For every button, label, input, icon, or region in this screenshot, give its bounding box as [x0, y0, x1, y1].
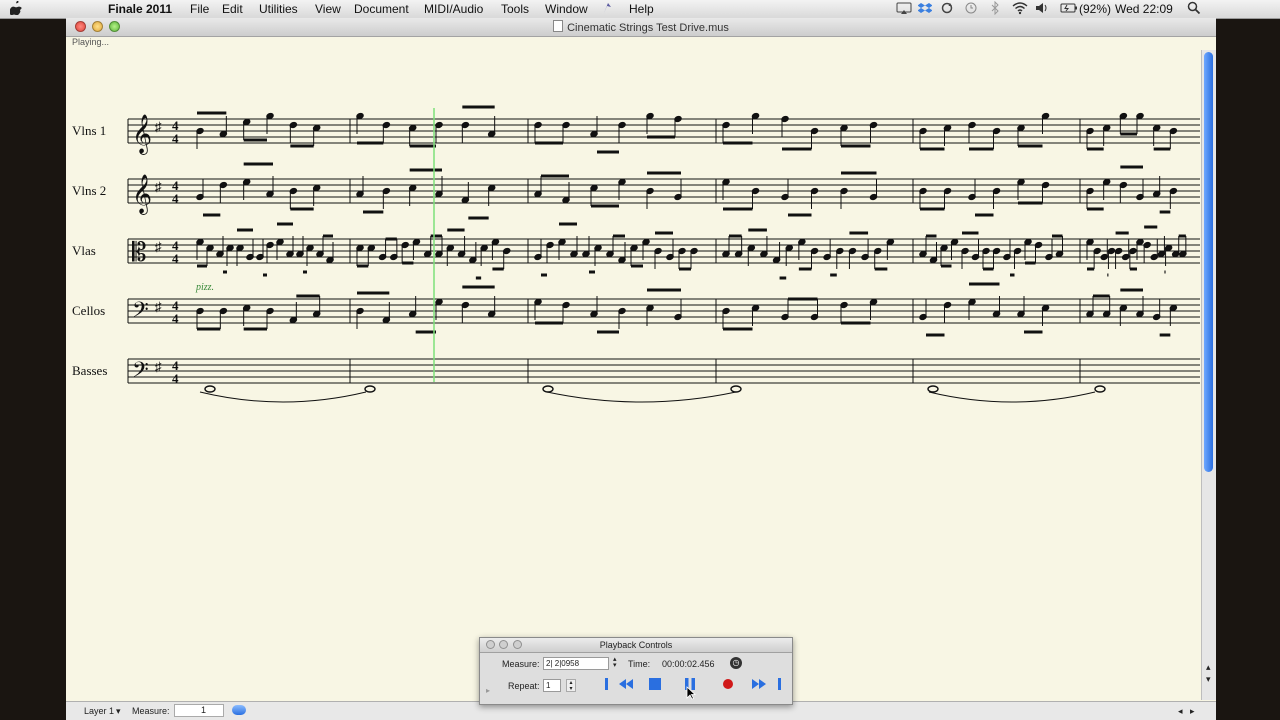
repeat-stepper-icon[interactable]: ▴ ▾: [566, 679, 576, 692]
go-to-start-button[interactable]: [602, 676, 612, 692]
scroll-left-icon[interactable]: ◂: [1178, 706, 1183, 717]
status-text: Playing...: [72, 37, 110, 47]
menu-utilities[interactable]: Utilities: [259, 1, 298, 17]
menu-window[interactable]: Window: [545, 1, 588, 17]
clef-icon: 𝄞: [132, 115, 152, 155]
tie: [928, 391, 1096, 403]
measure-label: Measure:: [132, 706, 170, 716]
time-machine-icon[interactable]: [964, 1, 978, 19]
measure-input[interactable]: 1: [174, 704, 224, 717]
repeat-field[interactable]: 1: [543, 679, 561, 692]
pizz-annotation: pizz.: [195, 282, 214, 293]
scroll-down-icon[interactable]: ▾: [1206, 674, 1211, 685]
clock-icon[interactable]: ◷: [730, 657, 742, 669]
window-title: Cinematic Strings Test Drive.mus: [66, 20, 1216, 34]
key-signature-sharp: ♯: [155, 359, 162, 374]
menu-tools[interactable]: Tools: [501, 1, 529, 17]
key-signature-sharp: ♯: [155, 179, 162, 194]
scroll-right-icon[interactable]: ▸: [1190, 706, 1195, 717]
staff[interactable]: [127, 178, 1204, 204]
go-to-measure-button[interactable]: [232, 705, 246, 715]
score-page[interactable]: Vlns 1 Vlns 2 Vlas Cellos Basses 𝄞 ♯ 4 4 𝄞 ♯ 4 4 𝄡 ♯ 4…: [66, 50, 1204, 700]
repeat-label: Repeat:: [508, 681, 540, 691]
playback-controls-palette: Playback Controls Measure: 2| 2|0958 ▴ ▾ …: [479, 637, 793, 705]
fast-forward-button[interactable]: [750, 676, 768, 692]
playback-measure-label: Measure:: [502, 659, 540, 669]
vertical-scroll-thumb[interactable]: [1204, 52, 1213, 472]
document-window: Cinematic Strings Test Drive.mus Playing…: [66, 18, 1216, 720]
battery-icon[interactable]: [1060, 1, 1078, 19]
instrument-label: Vlns 2: [72, 183, 106, 198]
wifi-icon[interactable]: [1012, 1, 1028, 19]
time-signature-bottom: 4: [172, 191, 179, 206]
menu-document[interactable]: Document: [354, 1, 409, 17]
time-display: 00:00:02.456: [662, 659, 715, 669]
instrument-label: Vlas: [72, 243, 96, 258]
clef-icon: 𝄢: [132, 358, 149, 387]
staff[interactable]: [127, 298, 1204, 324]
go-to-end-button[interactable]: [774, 676, 784, 692]
script-icon[interactable]: [602, 1, 614, 19]
palette-title: Playback Controls: [599, 640, 673, 650]
volume-icon[interactable]: [1035, 1, 1049, 19]
airplay-icon[interactable]: [896, 1, 912, 19]
tie: [546, 391, 737, 403]
key-signature-sharp: ♯: [155, 119, 162, 134]
expand-triangle-icon[interactable]: ▸: [486, 686, 490, 695]
time-signature-bottom: 4: [172, 251, 179, 266]
clef-icon: 𝄡: [132, 238, 147, 267]
spotlight-search-icon[interactable]: [1187, 1, 1201, 19]
chevron-down-icon[interactable]: ▾: [116, 706, 121, 717]
document-icon: [553, 20, 564, 32]
menu-clock[interactable]: Wed 22:09: [1115, 1, 1173, 17]
instrument-label: Vlns 1: [72, 123, 106, 138]
vertical-scrollbar[interactable]: [1201, 50, 1216, 700]
key-signature-sharp: ♯: [155, 239, 162, 254]
menu-file[interactable]: File: [190, 1, 209, 17]
time-signature-bottom: 4: [172, 311, 179, 326]
menu-edit[interactable]: Edit: [222, 1, 243, 17]
menu-view[interactable]: View: [315, 1, 341, 17]
staff[interactable]: [127, 358, 1204, 384]
scroll-up-icon[interactable]: ▴: [1206, 662, 1211, 673]
time-signature-bottom: 4: [172, 371, 179, 386]
dropbox-icon[interactable]: [917, 1, 933, 19]
rewind-button[interactable]: [617, 676, 635, 692]
mouse-cursor-icon: [686, 686, 696, 700]
score-canvas[interactable]: Vlns 1Vlns 2VlasCellosBasses 𝄞 ♯ 44𝄞 ♯ 44𝄡 ♯ 4…: [66, 50, 1204, 700]
whole-note[interactable]: [730, 385, 742, 393]
whole-note[interactable]: [927, 385, 939, 393]
measure-stepper-icon[interactable]: ▴ ▾: [613, 656, 617, 669]
whole-note[interactable]: [1094, 385, 1106, 393]
apple-menu-icon[interactable]: [9, 0, 22, 19]
stop-button[interactable]: [648, 676, 662, 692]
menu-help[interactable]: Help: [629, 1, 654, 17]
staff[interactable]: [127, 118, 1204, 144]
whole-note[interactable]: [542, 385, 554, 393]
clef-icon: 𝄢: [132, 298, 149, 327]
menu-bar: Finale 2011 File Edit Utilities View Doc…: [0, 0, 1280, 19]
time-signature-bottom: 4: [172, 131, 179, 146]
clef-icon: 𝄞: [132, 175, 152, 215]
whole-note[interactable]: [204, 385, 216, 393]
instrument-label: Basses: [72, 363, 107, 378]
instrument-label: Cellos: [72, 303, 105, 318]
window-titlebar: Cinematic Strings Test Drive.mus: [66, 18, 1216, 37]
time-label: Time:: [628, 659, 651, 669]
window-title-text: Cinematic Strings Test Drive.mus: [567, 22, 729, 34]
bluetooth-icon[interactable]: [990, 0, 1000, 19]
tie: [199, 391, 367, 403]
record-button[interactable]: [721, 676, 735, 692]
key-signature-sharp: ♯: [155, 299, 162, 314]
menu-midi-audio[interactable]: MIDI/Audio: [424, 1, 483, 17]
battery-percent: (92%): [1079, 2, 1112, 16]
playback-measure-field[interactable]: 2| 2|0958: [543, 657, 609, 670]
app-menu[interactable]: Finale 2011: [108, 1, 172, 17]
sync-icon[interactable]: [940, 1, 954, 19]
whole-note[interactable]: [364, 385, 376, 393]
layer-select[interactable]: Layer 1: [84, 706, 114, 716]
